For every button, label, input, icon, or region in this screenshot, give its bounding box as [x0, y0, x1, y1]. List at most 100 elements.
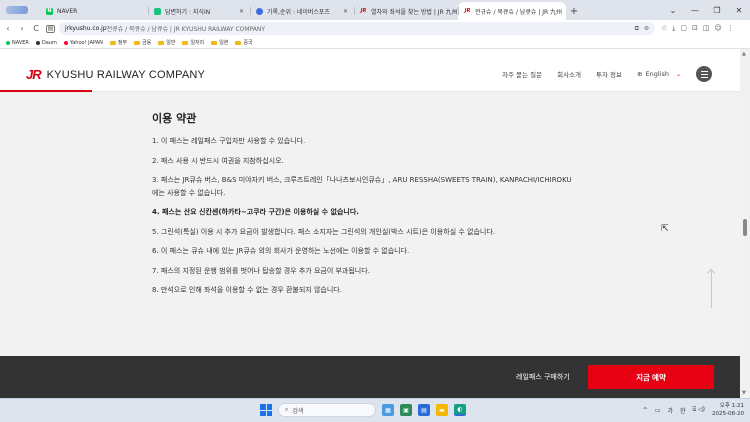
tab-label: 전규슈 / 북큐슈 / 남큐슈 | JR 九州 [475, 8, 563, 16]
jr-kyushu-logo[interactable]: JR KYUSHU RAILWAY COMPANY [26, 67, 205, 82]
bookmark-link[interactable]: Daum [35, 40, 57, 46]
bookmark-folder[interactable]: 일반 [158, 39, 175, 46]
forward-button[interactable]: › [16, 22, 28, 36]
bookmark-label: 금융 [142, 40, 152, 46]
browser-toolbar: ‹ › C ▤ jrkyushu.co.jp 전큐슈 / 북큐슈 / 남큐슈 |… [0, 20, 750, 37]
page-scrollbar[interactable]: ▲ ▼ [740, 49, 750, 398]
store-app-icon[interactable]: ▣ [400, 404, 412, 416]
bookmark-label: Yahoo! JAPAN [69, 39, 103, 46]
folder-icon [235, 40, 242, 45]
taskbar-search-placeholder: 검색 [292, 407, 304, 415]
favorites-icon[interactable]: ☆ [661, 24, 667, 33]
tab-search-chevron-icon[interactable]: ⌄ [662, 0, 684, 20]
edge-browser-icon[interactable]: ◐ [454, 404, 466, 416]
scrollbar-thumb[interactable] [743, 219, 747, 236]
more-menu-icon[interactable]: ⋮ [727, 24, 734, 33]
ime-mode-indicator[interactable]: 가 [668, 406, 674, 415]
reload-button[interactable]: C [30, 22, 42, 36]
chevron-up-icon[interactable]: ^ [643, 407, 648, 414]
minimize-button[interactable]: — [684, 0, 706, 20]
new-tab-button[interactable]: + [566, 2, 582, 20]
taskbar-search[interactable]: ⌕ 검색 [278, 403, 376, 417]
jisikin-favicon-icon [154, 7, 161, 15]
screenshot-icon[interactable]: ⊡ [692, 24, 698, 33]
translate-icon[interactable]: ⧉ [635, 25, 639, 33]
tablet-icon[interactable]: ▭ [655, 407, 661, 414]
bookmark-dot-icon [6, 40, 10, 45]
windows-taskbar: ⌕ 검색 ▦ ▣ ▤ ▬ ◐ ^ ▭ 가 한 ⌸ ◁) 오후 1:21 2025… [0, 398, 750, 422]
scroll-up-arrow-icon[interactable]: ▲ [742, 51, 746, 57]
bookmark-folder[interactable]: 중국 [235, 39, 253, 46]
tab-naver[interactable]: N NAVER [40, 2, 148, 20]
bookmark-folder[interactable]: 일본 [211, 39, 228, 46]
back-button[interactable]: ‹ [2, 22, 14, 36]
collections-icon[interactable]: ▢ [680, 24, 687, 33]
tab-label: NAVER [57, 7, 78, 15]
tab-jisikin[interactable]: 답변하기 : 지식iN ✕ [148, 2, 250, 20]
profile-wave-icon[interactable] [6, 6, 28, 14]
site-translate-icon[interactable]: ▤ [46, 24, 55, 33]
tab-naver-sports[interactable]: 기록,순위 : 네이버스포츠 ✕ [250, 2, 354, 20]
faq-link[interactable]: 자주 묻는 질문 [502, 69, 542, 79]
ime-language-indicator[interactable]: 한 [680, 406, 686, 415]
bookmark-link[interactable]: Yahoo! JAPAN [63, 39, 103, 46]
terms-item: 2. 패스 사용 시 반드시 여권을 지참하십시오. [152, 156, 284, 165]
terms-title: 이용 약관 [152, 112, 197, 125]
close-window-button[interactable]: ✕ [728, 0, 750, 20]
bookmark-folder[interactable]: 정부 [109, 39, 127, 46]
address-domain: jrkyushu.co.jp [65, 25, 107, 32]
bookmark-folder[interactable]: 일자리 [182, 39, 204, 46]
close-icon[interactable]: ✕ [235, 8, 244, 15]
profile-icon[interactable]: ☺ [715, 24, 722, 33]
windows-start-icon[interactable] [260, 404, 272, 416]
naver-favicon-icon: N [46, 7, 53, 15]
close-icon[interactable]: ✕ [339, 8, 348, 15]
hamburger-menu-button[interactable] [696, 66, 712, 82]
brand-name: KYUSHU RAILWAY COMPANY [46, 68, 206, 81]
terms-item: 8. 만석으로 인해 좌석을 이용할 수 없는 경우 환불되지 않습니다. [152, 286, 342, 294]
tab-label: 열차와 좌석을 찾는 방법 | JR 九州 [371, 8, 458, 16]
sidebar-icon[interactable]: ◫ [703, 24, 710, 33]
bookmark-dot-icon [63, 40, 68, 45]
install-icon[interactable]: ⊚ [644, 25, 649, 33]
restore-button[interactable]: ❐ [706, 0, 728, 20]
jr-favicon-icon: JR [464, 8, 471, 14]
mouse-cursor-icon: ⇱ [661, 224, 669, 234]
folder-icon [134, 40, 141, 45]
scroll-down-arrow-icon[interactable]: ▼ [742, 390, 746, 396]
widgets-app-icon[interactable]: ▦ [382, 404, 394, 416]
company-link[interactable]: 회사소개 [557, 69, 581, 79]
tab-jr-kyushu-active[interactable]: JR 전규슈 / 북큐슈 / 남큐슈 | JR 九州 ✕ [458, 2, 566, 20]
bookmark-link[interactable]: NAVER [6, 40, 29, 46]
terms-list: 1. 이 패스는 레일패스 구입자만 사용할 수 있습니다. 2. 패스 사용 … [152, 135, 572, 304]
language-selector[interactable]: ⊕ English ⌄ [637, 70, 681, 78]
terms-item: 3. 패스는 JR큐슈 버스, B&S 미야자키 버스, 크루즈트레인「나나츠보… [152, 176, 572, 197]
folder-icon [158, 40, 165, 45]
network-volume-icon[interactable]: ⌸ ◁) [693, 406, 705, 414]
reserve-now-button[interactable]: 지금 예약 [588, 365, 714, 389]
download-icon[interactable]: ⤓ [672, 24, 675, 33]
jr-favicon-icon: JR [360, 8, 367, 14]
close-icon[interactable]: ✕ [562, 8, 566, 15]
investor-link[interactable]: 투자 정보 [596, 69, 622, 79]
bookmark-label: 일반 [166, 40, 176, 46]
taskbar-clock[interactable]: 오후 1:21 2025-08-20 [712, 402, 744, 418]
file-explorer-icon[interactable]: ▬ [436, 404, 448, 416]
scroll-to-top-icon[interactable] [711, 270, 712, 308]
system-tray: ^ ▭ 가 한 ⌸ ◁) 오후 1:21 2025-08-20 [643, 402, 744, 418]
taskbar-apps: ⌕ 검색 ▦ ▣ ▤ ▬ ◐ [260, 403, 466, 417]
bookmark-folder[interactable]: 금융 [134, 39, 151, 46]
tab-jr-seat-search[interactable]: JR 열차와 좌석을 찾는 방법 | JR 九州 ✕ [354, 2, 458, 20]
photos-app-icon[interactable]: ▤ [418, 404, 430, 416]
chevron-down-icon: ⌄ [675, 70, 681, 78]
tab-strip-start [0, 0, 40, 20]
extension-icons: ☆ ⤓ ▢ ⊡ ◫ ☺ ⋮ [661, 24, 734, 33]
bookmark-label: 중국 [243, 40, 253, 46]
address-bar[interactable]: jrkyushu.co.jp 전큐슈 / 북큐슈 / 남큐슈 | JR KYUS… [59, 22, 655, 35]
window-controls: ⌄ — ❐ ✕ [662, 0, 750, 20]
folder-icon [109, 40, 116, 45]
buy-rail-pass-link[interactable]: 레일패스 구매하기 [516, 372, 570, 382]
tab-label: 답변하기 : 지식iN [165, 8, 211, 16]
menu-line [700, 76, 708, 78]
menu-line [700, 70, 708, 72]
